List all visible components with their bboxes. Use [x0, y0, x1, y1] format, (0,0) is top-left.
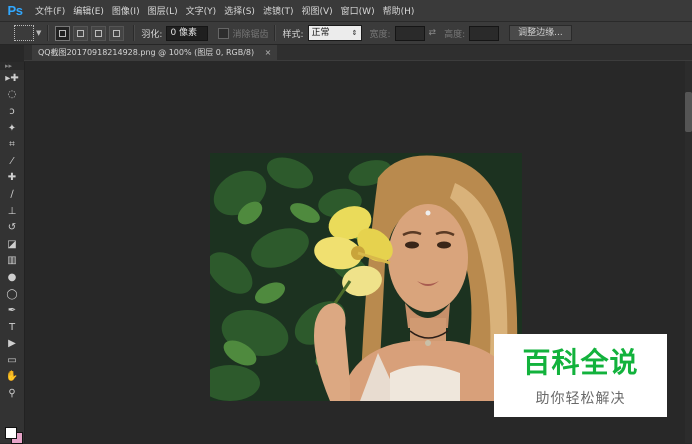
color-swatches — [3, 425, 23, 444]
style-select[interactable]: 正常 ⇕ — [307, 25, 362, 41]
menu-layer[interactable]: 图层(L) — [148, 4, 178, 17]
divider — [47, 25, 50, 41]
tool-preset-picker[interactable]: ▼ — [0, 25, 41, 41]
document-tab[interactable]: QQ截图20170918214928.png @ 100% (图层 0, RGB… — [32, 45, 278, 60]
document-tab-bar: QQ截图20170918214928.png @ 100% (图层 0, RGB… — [24, 45, 692, 61]
divider — [274, 25, 277, 41]
crop-icon[interactable]: ⌗ — [0, 136, 24, 153]
menu-file[interactable]: 文件(F) — [35, 4, 65, 17]
rect-marquee-icon — [14, 25, 34, 41]
height-input[interactable] — [469, 25, 500, 41]
menu-type[interactable]: 文字(Y) — [186, 4, 217, 17]
blur-icon[interactable]: ● — [0, 269, 24, 286]
updown-icon: ⇕ — [351, 29, 358, 37]
subtract-from-selection-button[interactable] — [91, 25, 107, 41]
menu-window[interactable]: 窗口(W) — [341, 4, 375, 17]
type-icon[interactable]: T — [0, 319, 24, 336]
style-select-value: 正常 — [311, 28, 330, 38]
menu-filter[interactable]: 滤镜(T) — [263, 4, 294, 17]
vertical-scrollbar[interactable] — [685, 92, 692, 132]
menu-edit[interactable]: 编辑(E) — [73, 4, 104, 17]
swap-icon[interactable]: ⇄ — [429, 28, 437, 38]
toolbox: ▸▸ ▸✚ ◌ ↄ ✦ ⌗ ⁄ ✚ ∕ ⊥ ↺ ◪ ▥ ● ◯ ✒ T ▶ ▭ … — [0, 62, 25, 444]
clone-stamp-icon[interactable]: ⊥ — [0, 203, 24, 220]
dodge-icon[interactable]: ◯ — [0, 286, 24, 303]
watermark-subtitle: 助你轻松解决 — [535, 391, 626, 407]
height-label: 高度: — [444, 29, 466, 40]
intersect-selection-button[interactable] — [109, 25, 125, 41]
healing-brush-icon[interactable]: ✚ — [0, 170, 24, 187]
menu-bar: Ps 文件(F) 编辑(E) 图像(I) 图层(L) 文字(Y) 选择(S) 滤… — [0, 0, 692, 22]
marquee-ellipse-icon[interactable]: ◌ — [0, 87, 24, 104]
new-selection-button[interactable] — [55, 25, 71, 41]
refine-edge-button[interactable]: 调整边缘... — [509, 25, 572, 41]
close-icon[interactable]: × — [265, 48, 272, 57]
feather-label: 羽化: — [141, 29, 163, 40]
eyedropper-icon[interactable]: ⁄ — [0, 153, 24, 170]
options-bar: ▼ 羽化: 0 像素 消除锯齿 样式: 正常 ⇕ 宽度: ⇄ 高度: 调整边缘.… — [0, 22, 692, 45]
shape-icon[interactable]: ▭ — [0, 352, 24, 369]
document-tab-title: QQ截图20170918214928.png @ 100% (图层 0, RGB… — [38, 48, 255, 57]
gradient-icon[interactable]: ▥ — [0, 253, 24, 270]
add-to-selection-button[interactable] — [73, 25, 89, 41]
portrait-photo — [210, 153, 522, 401]
menu-image[interactable]: 图像(I) — [112, 4, 140, 17]
history-brush-icon[interactable]: ↺ — [0, 219, 24, 236]
watermark-title: 百科全说 — [522, 346, 639, 379]
style-label: 样式: — [282, 29, 304, 40]
eraser-icon[interactable]: ◪ — [0, 236, 24, 253]
toolbox-collapse-icon[interactable]: ▸▸ — [0, 62, 24, 70]
magic-wand-icon[interactable]: ✦ — [0, 120, 24, 137]
lasso-icon[interactable]: ↄ — [0, 103, 24, 120]
document-image[interactable] — [210, 153, 522, 401]
move-icon[interactable]: ▸✚ — [0, 70, 24, 87]
hand-icon[interactable]: ✋ — [0, 369, 24, 386]
antialias-checkbox[interactable] — [218, 27, 230, 39]
menu-help[interactable]: 帮助(H) — [383, 4, 415, 17]
path-selection-icon[interactable]: ▶ — [0, 336, 24, 353]
feather-input[interactable]: 0 像素 — [166, 25, 209, 41]
pen-icon[interactable]: ✒ — [0, 302, 24, 319]
menu-view[interactable]: 视图(V) — [301, 4, 332, 17]
width-label: 宽度: — [369, 29, 391, 40]
brush-icon[interactable]: ∕ — [0, 186, 24, 203]
antialias-label: 消除锯齿 — [232, 29, 269, 40]
watermark: 百科全说 助你轻松解决 — [494, 334, 667, 417]
menu-select[interactable]: 选择(S) — [224, 4, 255, 17]
foreground-color-swatch[interactable] — [5, 427, 17, 439]
zoom-icon[interactable]: ⚲ — [0, 385, 24, 402]
chevron-down-icon: ▼ — [36, 29, 42, 37]
photoshop-logo: Ps — [7, 3, 23, 18]
width-input[interactable] — [394, 25, 425, 41]
divider — [133, 25, 136, 41]
